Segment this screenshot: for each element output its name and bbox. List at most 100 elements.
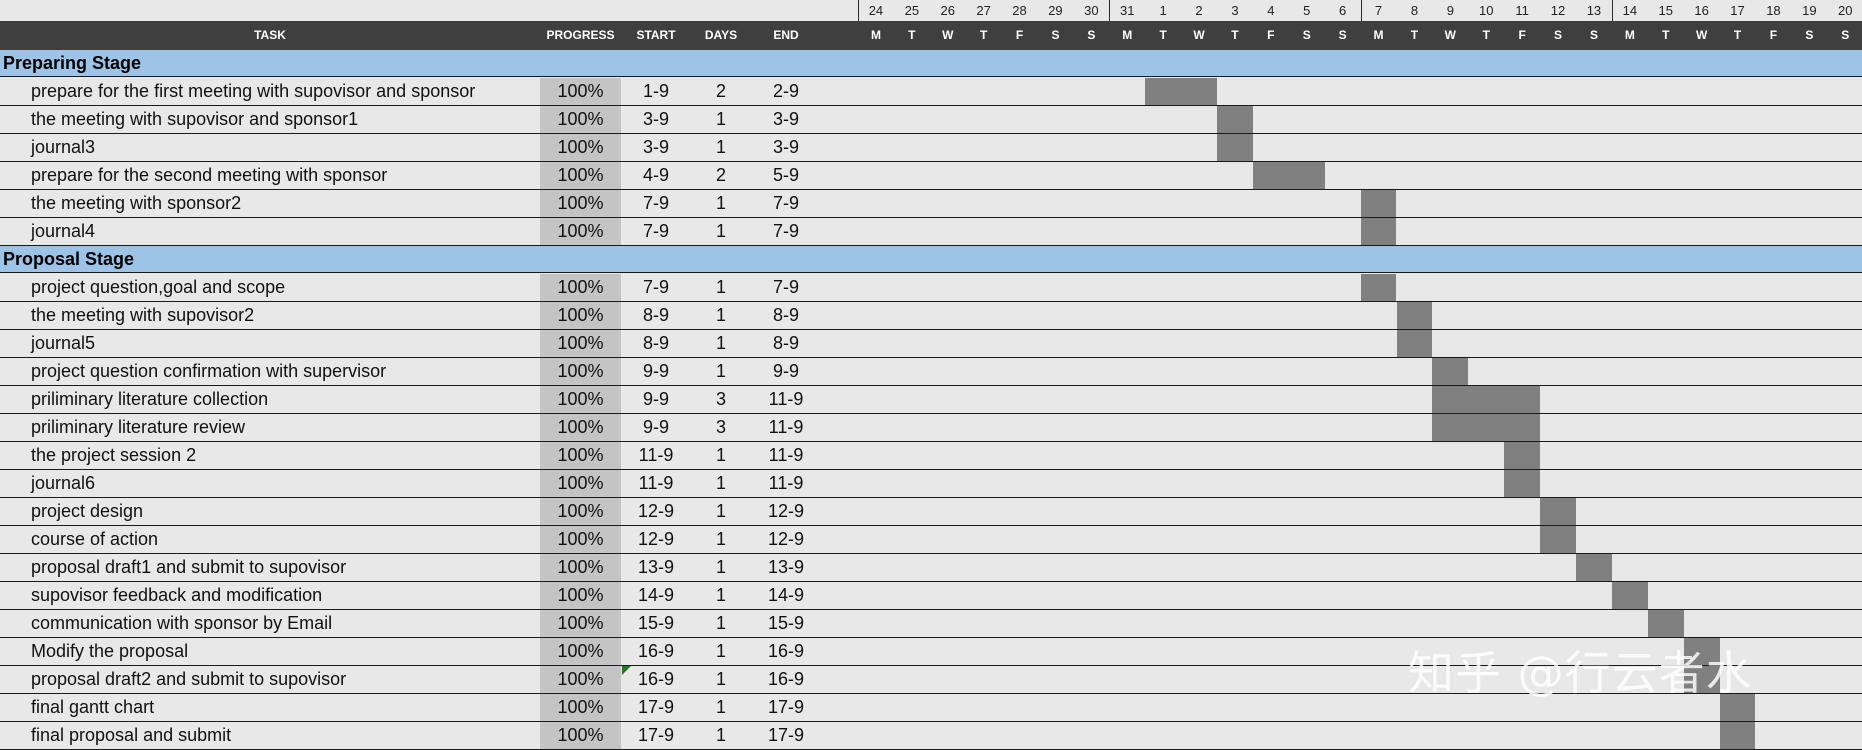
task-days: 1: [715, 473, 726, 493]
gantt-bar: [1217, 106, 1253, 133]
weekday-label: S: [1338, 28, 1347, 42]
task-start: 17-9: [637, 697, 675, 717]
task-row: prepare for the second meeting with spon…: [0, 162, 1862, 190]
task-start: 14-9: [637, 585, 675, 605]
task-name: journal4: [31, 221, 96, 241]
day-number: 5: [1303, 3, 1311, 18]
task-row: the project session 2 100% 11-9 1 11-9: [0, 442, 1862, 470]
column-header-task: TASK: [254, 28, 286, 42]
day-number: 1: [1159, 3, 1167, 18]
task-row: proposal draft1 and submit to supovisor 1…: [0, 554, 1862, 582]
weekday-label: W: [1444, 28, 1456, 42]
day-number: 4: [1267, 3, 1275, 18]
task-progress: 100%: [540, 330, 621, 357]
task-row: supovisor feedback and modification 100% 1…: [0, 582, 1862, 610]
weekday-label: M: [1373, 28, 1384, 42]
task-days: 1: [715, 361, 726, 381]
column-header-end: END: [773, 28, 799, 42]
task-end: 11-9: [768, 389, 804, 409]
weekday-label: S: [1554, 28, 1563, 42]
task-start: 8-9: [642, 305, 669, 325]
day-number: 19: [1802, 3, 1817, 18]
gantt-bar: [1576, 554, 1612, 581]
day-number: 31: [1120, 3, 1135, 18]
task-name: priliminary literature collection: [31, 389, 269, 409]
gantt-bar: [1719, 722, 1756, 749]
task-progress: 100%: [540, 414, 621, 441]
task-row: final proposal and submit 100% 17-9 1 17-9: [0, 722, 1862, 750]
task-end: 17-9: [767, 725, 805, 745]
weekday-label: W: [1695, 28, 1708, 42]
task-start: 12-9: [637, 501, 675, 521]
task-name: project question,goal and scope: [31, 277, 286, 297]
task-end: 11-9: [768, 445, 804, 465]
day-number: 9: [1446, 3, 1454, 18]
task-end: 8-9: [772, 333, 799, 353]
gantt-bar: [1360, 190, 1397, 217]
task-name: course of action: [31, 529, 159, 549]
task-start: 4-9: [642, 165, 669, 185]
task-name: proposal draft1 and submit to supovisor: [31, 557, 347, 577]
weekday-label: T: [1662, 28, 1670, 42]
week-separator: [1611, 0, 1613, 21]
task-days: 3: [715, 417, 726, 437]
gantt-chart: 24 25 26 27 28 29 30 31 1 2 3 4 5 6 7 8 9 10 11 12 13 14 15 16 1…: [0, 0, 1862, 750]
day-number: 3: [1231, 3, 1239, 18]
stage-row: Proposal Stage: [0, 246, 1862, 273]
day-number: 26: [940, 3, 955, 18]
weekday-label: T: [1159, 28, 1167, 42]
task-progress: 100%: [540, 442, 621, 469]
task-end: 16-9: [767, 641, 805, 661]
day-number: 29: [1048, 3, 1063, 18]
task-end: 8-9: [772, 305, 799, 325]
task-row: journal6 100% 11-9 1 11-9: [0, 470, 1862, 498]
task-row: project design 100% 12-9 1 12-9: [0, 498, 1862, 526]
task-progress: 100%: [540, 358, 621, 385]
task-progress: 100%: [540, 554, 621, 581]
day-number: 12: [1550, 3, 1566, 18]
gantt-bar: [1217, 134, 1253, 161]
task-name: prepare for the second meeting with spon…: [31, 165, 388, 185]
task-progress: 100%: [540, 106, 621, 133]
task-row: journal4 100% 7-9 1 7-9: [0, 218, 1862, 246]
day-number: 27: [976, 3, 991, 18]
task-row: prepare for the first meeting with supov…: [0, 78, 1862, 106]
task-progress: 100%: [540, 274, 621, 301]
gantt-bar: [1360, 274, 1397, 301]
gantt-bar: [1432, 358, 1469, 385]
task-start: 9-9: [642, 389, 669, 409]
gantt-bar: [1504, 470, 1541, 497]
weekday-label: M: [1624, 28, 1635, 42]
task-start: 7-9: [642, 193, 669, 213]
gantt-bar: [1252, 162, 1325, 189]
task-row: course of action 100% 12-9 1 12-9: [0, 526, 1862, 554]
task-days: 1: [715, 193, 726, 213]
weekday-label: S: [1841, 28, 1850, 42]
task-start: 16-9: [637, 641, 675, 661]
day-number: 10: [1479, 3, 1494, 18]
task-days: 1: [715, 501, 726, 521]
weekday-label: F: [1769, 28, 1778, 42]
day-number: 18: [1766, 3, 1781, 18]
week-separator: [1360, 0, 1362, 21]
stage-label: Preparing Stage: [3, 53, 142, 73]
task-name: final gantt chart: [31, 697, 155, 717]
weekday-label: W: [942, 28, 954, 42]
day-number: 16: [1694, 3, 1709, 18]
task-days: 1: [715, 697, 726, 717]
task-start: 13-9: [637, 557, 675, 577]
task-start: 16-9: [637, 669, 675, 689]
column-header-days: DAYS: [704, 28, 738, 42]
task-row: journal5 100% 8-9 1 8-9: [0, 330, 1862, 358]
day-number: 7: [1374, 3, 1383, 18]
task-end: 14-9: [767, 585, 805, 605]
task-end: 11-9: [768, 473, 804, 493]
task-end: 7-9: [772, 193, 799, 213]
task-progress: 100%: [540, 386, 621, 413]
task-days: 1: [715, 613, 726, 633]
task-progress: 100%: [540, 666, 621, 693]
task-name: project question confirmation with super…: [31, 361, 387, 381]
day-number: 13: [1586, 3, 1602, 18]
gantt-bar: [1540, 526, 1576, 553]
task-name: the meeting with supovisor2: [31, 305, 255, 325]
